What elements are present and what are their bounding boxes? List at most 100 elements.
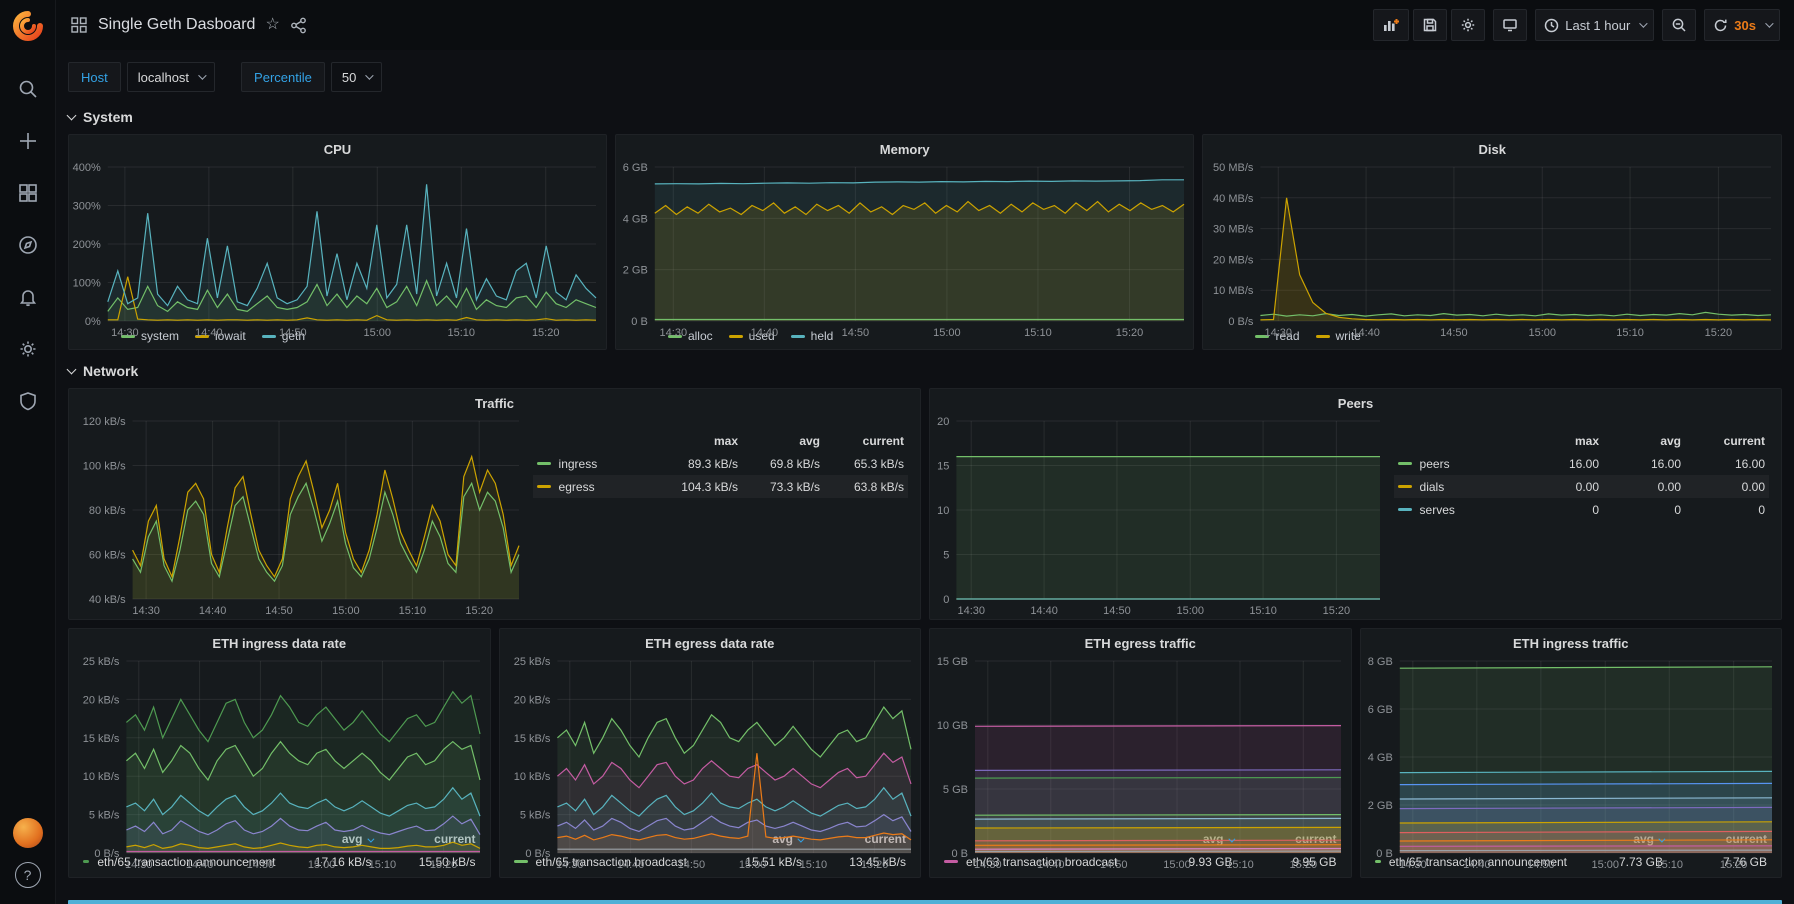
series-value: 73.3 kB/s (738, 480, 820, 494)
refresh-interval-label: 30s (1734, 18, 1756, 33)
panel-title[interactable]: Memory (616, 135, 1194, 159)
svg-text:14:40: 14:40 (186, 859, 214, 871)
row-header-system[interactable]: System (68, 104, 1782, 130)
eth-ingress-traffic-chart[interactable]: 0 B2 GB4 GB6 GB8 GB14:3014:4014:5015:001… (1361, 653, 1782, 827)
refresh-icon (1713, 18, 1728, 33)
series-name[interactable]: egress (537, 480, 650, 494)
series-name[interactable]: ingress (537, 457, 650, 471)
clock-icon (1544, 18, 1559, 33)
series-value: 16.00 (1599, 457, 1681, 471)
legend-column-avg[interactable]: avg (1599, 434, 1681, 448)
configuration-gear-icon[interactable] (8, 329, 48, 369)
svg-text:15 kB/s: 15 kB/s (513, 733, 550, 745)
memory-chart[interactable]: 0 B2 GB4 GB6 GB14:3014:4014:5015:0015:10… (616, 159, 1194, 327)
chevron-down-icon (67, 364, 77, 374)
legend-table-row: peers16.0016.0016.00 (1394, 452, 1769, 475)
peers-chart[interactable]: 0510152014:3014:4014:5015:0015:1015:20 (930, 413, 1390, 619)
svg-text:15:10: 15:10 (1617, 327, 1645, 339)
eth-egress-data-rate-chart[interactable]: 0 B/s5 kB/s10 kB/s15 kB/s20 kB/s25 kB/s1… (500, 653, 921, 827)
time-range-picker[interactable]: Last 1 hour (1535, 9, 1654, 41)
series-name[interactable]: peers (1398, 457, 1511, 471)
legend-column-max[interactable]: max (1511, 434, 1599, 448)
chevron-down-icon (67, 110, 77, 120)
svg-text:15:20: 15:20 (430, 859, 458, 871)
legend-column-max[interactable]: max (650, 434, 738, 448)
svg-text:15:20: 15:20 (1290, 859, 1318, 871)
save-dashboard-button[interactable] (1413, 9, 1447, 41)
panel-title[interactable]: ETH ingress traffic (1361, 629, 1782, 653)
series-value: 0.00 (1681, 480, 1765, 494)
svg-text:14:50: 14:50 (1100, 859, 1128, 871)
cpu-chart[interactable]: 0%100%200%300%400%14:3014:4014:5015:0015… (69, 159, 606, 327)
series-value: 89.3 kB/s (650, 457, 738, 471)
svg-text:300%: 300% (73, 201, 101, 213)
dashboard-settings-button[interactable] (1451, 9, 1485, 41)
percentile-variable-value[interactable]: 50 (331, 62, 382, 92)
refresh-picker[interactable]: 30s (1704, 9, 1780, 41)
plus-icon[interactable] (8, 121, 48, 161)
svg-text:4 GB: 4 GB (623, 213, 648, 225)
row-header-network[interactable]: Network (68, 358, 1782, 384)
host-variable-label[interactable]: Host (68, 62, 121, 92)
svg-text:80 kB/s: 80 kB/s (89, 505, 126, 517)
server-admin-shield-icon[interactable] (8, 381, 48, 421)
share-icon[interactable] (290, 17, 307, 34)
avatar[interactable] (13, 818, 43, 848)
panel-title[interactable]: CPU (69, 135, 606, 159)
explore-compass-icon[interactable] (8, 225, 48, 265)
svg-text:14:50: 14:50 (677, 859, 705, 871)
cycle-view-mode-button[interactable] (1493, 9, 1527, 41)
svg-text:50 MB/s: 50 MB/s (1214, 162, 1255, 174)
alerting-bell-icon[interactable] (8, 277, 48, 317)
legend-column-current[interactable]: current (1681, 434, 1765, 448)
svg-text:15:00: 15:00 (308, 859, 336, 871)
panel-title[interactable]: Traffic (69, 389, 920, 413)
panel-eth-egress-traffic: ETH egress traffic 0 B5 GB10 GB15 GB14:3… (929, 628, 1352, 878)
svg-text:14:50: 14:50 (265, 605, 293, 617)
dashboard-content: System CPU 0%100%200%300%400%14:3014:401… (56, 102, 1794, 904)
svg-text:15:20: 15:20 (1116, 327, 1144, 339)
svg-text:15:20: 15:20 (1705, 327, 1733, 339)
panel-peers: Peers 0510152014:3014:4014:5015:0015:101… (929, 388, 1782, 620)
host-variable-value[interactable]: localhost (127, 62, 215, 92)
panel-title[interactable]: ETH ingress data rate (69, 629, 490, 653)
panel-title[interactable]: ETH egress data rate (500, 629, 921, 653)
legend-table-row: serves000 (1394, 498, 1769, 521)
svg-text:6 GB: 6 GB (1367, 704, 1392, 716)
add-panel-button[interactable] (1373, 9, 1409, 41)
svg-text:0 B/s: 0 B/s (525, 848, 551, 860)
percentile-variable-label[interactable]: Percentile (241, 62, 325, 92)
eth-ingress-data-rate-chart[interactable]: 0 B/s5 kB/s10 kB/s15 kB/s20 kB/s25 kB/s1… (69, 653, 490, 827)
svg-text:0 B: 0 B (951, 848, 968, 860)
svg-text:10 MB/s: 10 MB/s (1214, 285, 1255, 297)
traffic-chart[interactable]: 40 kB/s60 kB/s80 kB/s100 kB/s120 kB/s14:… (69, 413, 529, 619)
legend-column-avg[interactable]: avg (738, 434, 820, 448)
search-icon[interactable] (8, 69, 48, 109)
grafana-logo[interactable] (11, 9, 45, 43)
disk-chart[interactable]: 0 B/s10 MB/s20 MB/s30 MB/s40 MB/s50 MB/s… (1203, 159, 1781, 327)
svg-text:30 MB/s: 30 MB/s (1214, 224, 1255, 236)
series-name[interactable]: dials (1398, 480, 1511, 494)
zoom-out-button[interactable] (1662, 9, 1696, 41)
legend-column-current[interactable]: current (820, 434, 904, 448)
help-icon[interactable]: ? (15, 862, 41, 888)
svg-text:14:40: 14:40 (616, 859, 644, 871)
dashboards-icon[interactable] (8, 173, 48, 213)
series-name[interactable]: serves (1398, 503, 1511, 517)
panel-title[interactable]: Peers (930, 389, 1781, 413)
series-color-dash (1398, 508, 1412, 511)
panel-title[interactable]: Disk (1203, 135, 1781, 159)
series-color-dash (537, 462, 551, 465)
svg-text:15:00: 15:00 (364, 327, 392, 339)
svg-text:4 GB: 4 GB (1367, 752, 1392, 764)
eth-egress-traffic-chart[interactable]: 0 B5 GB10 GB15 GB14:3014:4014:5015:0015:… (930, 653, 1351, 827)
svg-text:40 kB/s: 40 kB/s (89, 594, 126, 606)
svg-text:14:40: 14:40 (1463, 859, 1491, 871)
svg-text:15:20: 15:20 (1719, 859, 1747, 871)
svg-text:5 kB/s: 5 kB/s (519, 810, 550, 822)
svg-text:15:20: 15:20 (860, 859, 888, 871)
star-icon[interactable]: ☆ (265, 17, 279, 33)
panel-title[interactable]: ETH egress traffic (930, 629, 1351, 653)
svg-text:15: 15 (937, 461, 949, 473)
svg-text:15:10: 15:10 (1655, 859, 1683, 871)
